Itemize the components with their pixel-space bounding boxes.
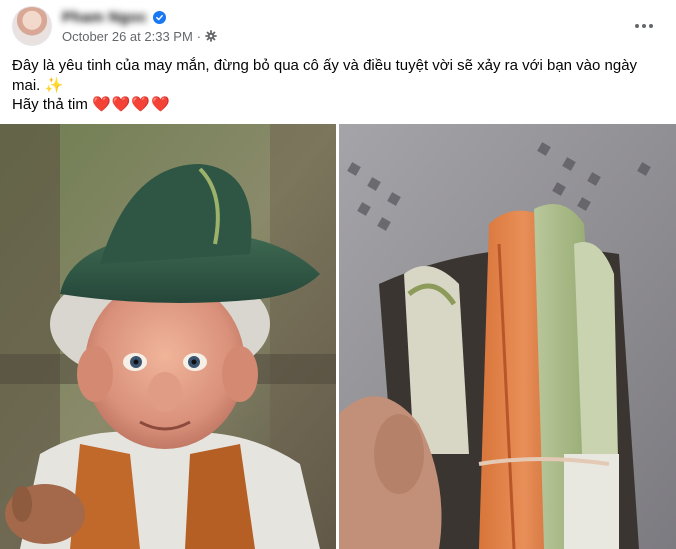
- post-caption: Đây là yêu tinh của may mắn, đừng bỏ qua…: [12, 56, 652, 115]
- sparkles-emoji: ✨: [44, 76, 64, 94]
- verified-badge-icon: [153, 10, 167, 24]
- post-header: Pham Ngoc October 26 at 2:33 PM ·: [12, 6, 664, 46]
- author-avatar[interactable]: [12, 6, 52, 46]
- post-media: [0, 124, 676, 549]
- meta-separator: ·: [196, 28, 202, 44]
- caption-line-2: Hãy thả tim ❤️❤️❤️❤️: [12, 95, 652, 115]
- author-name[interactable]: Pham Ngoc: [62, 9, 147, 26]
- photo-elf-doll[interactable]: [0, 124, 336, 549]
- more-options-button[interactable]: [632, 14, 656, 38]
- post-timestamp[interactable]: October 26 at 2:33 PM: [62, 29, 193, 44]
- caption-text-2: Hãy thả tim: [12, 96, 88, 113]
- author-name-row: Pham Ngoc: [62, 8, 167, 26]
- post-meta: October 26 at 2:33 PM ·: [62, 28, 217, 44]
- more-horizontal-icon: [635, 24, 653, 28]
- photo-wallet-money[interactable]: [339, 124, 676, 549]
- hearts-emoji: ❤️❤️❤️❤️: [92, 96, 171, 113]
- gear-icon[interactable]: [205, 30, 217, 42]
- caption-line-1: Đây là yêu tinh của may mắn, đừng bỏ qua…: [12, 56, 652, 95]
- caption-text-1: Đây là yêu tinh của may mắn, đừng bỏ qua…: [12, 57, 638, 94]
- facebook-post: Pham Ngoc October 26 at 2:33 PM · Đây là…: [0, 0, 676, 549]
